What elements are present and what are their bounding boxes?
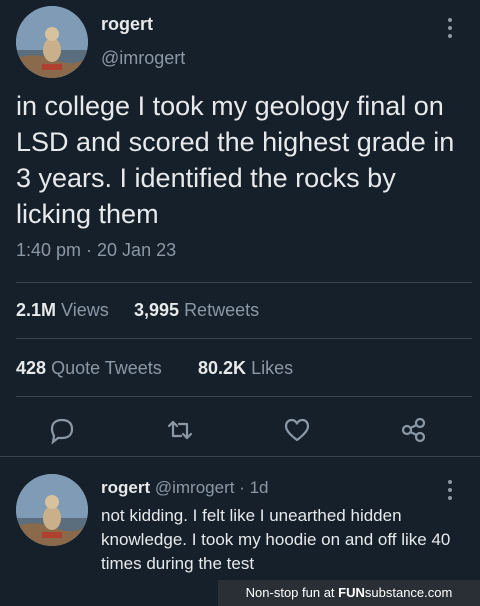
divider (16, 282, 472, 283)
views-stat: 2.1M Views (16, 300, 109, 321)
retweets-stat[interactable]: 3,995 Retweets (134, 300, 259, 321)
divider (0, 456, 480, 457)
likes-stat[interactable]: 80.2K Likes (198, 358, 293, 379)
watermark-brand-rest: substance.com (364, 585, 453, 600)
retweets-count: 3,995 (134, 300, 180, 320)
more-options-icon[interactable] (440, 476, 460, 506)
reply-header: rogert @imrogert · 1d (101, 478, 269, 498)
views-count: 2.1M (16, 300, 57, 320)
likes-label: Likes (251, 358, 294, 378)
reply-text: not kidding. I felt like I unearthed hid… (101, 506, 451, 573)
tweet-timestamp[interactable]: 1:40 pm · 20 Jan 23 (16, 240, 176, 261)
more-options-icon[interactable] (440, 14, 460, 44)
reply-author-name[interactable]: rogert (101, 478, 150, 497)
author-name[interactable]: rogert (101, 14, 153, 35)
avatar-photo (16, 474, 88, 546)
reply-age[interactable]: · 1d (239, 478, 268, 497)
action-bar (0, 404, 480, 458)
share-icon[interactable] (396, 412, 432, 448)
heart-icon[interactable] (279, 412, 315, 448)
watermark: Non-stop fun at FUNsubstance.com (218, 580, 480, 606)
quotes-label: Quote Tweets (51, 358, 162, 378)
retweets-label: Retweets (184, 300, 260, 320)
watermark-brand-bold: FUN (338, 585, 365, 600)
author-handle[interactable]: @imrogert (101, 48, 185, 69)
likes-count: 80.2K (198, 358, 247, 378)
views-label: Views (61, 300, 109, 320)
retweet-icon[interactable] (162, 412, 198, 448)
avatar-photo (16, 6, 88, 78)
avatar[interactable] (16, 474, 88, 546)
reply-author-handle[interactable]: @imrogert (155, 478, 235, 497)
tweet-text: in college I took my geology final on LS… (16, 91, 455, 229)
quotes-count: 428 (16, 358, 47, 378)
divider (16, 396, 472, 397)
divider (16, 338, 472, 339)
quotes-stat[interactable]: 428 Quote Tweets (16, 358, 162, 379)
avatar[interactable] (16, 6, 88, 78)
comment-icon[interactable] (44, 412, 80, 448)
watermark-prefix: Non-stop fun at (245, 585, 335, 600)
